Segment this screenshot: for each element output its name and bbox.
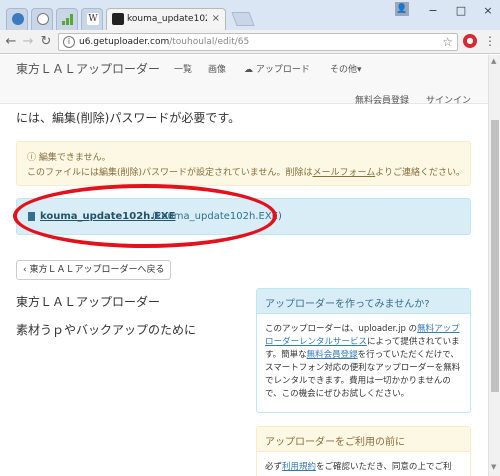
before-use-text-1: 必ず xyxy=(265,462,283,472)
tab-title: kouma_update102h.EXE xyxy=(127,14,207,24)
warning-alert: ⓘ 編集できません。 このファイルには編集(削除)パスワードが設定されていません… xyxy=(16,141,471,186)
warning-body-post: よりご連絡ください。 xyxy=(375,168,466,178)
minimize-button[interactable]: − xyxy=(425,4,441,17)
scroll-thumb[interactable] xyxy=(491,120,499,392)
address-bar[interactable]: i u6.getuploader.com/touhoulal/edit/65 ☆ xyxy=(58,33,458,51)
url-host: u6.getuploader.com xyxy=(79,37,170,47)
tab-close-icon[interactable]: × xyxy=(212,13,220,24)
mail-form-link[interactable]: メールフォーム xyxy=(312,168,375,178)
warning-title: ⓘ 編集できません。 xyxy=(27,150,111,163)
before-use-heading: アップローダーをご利用の前に xyxy=(257,427,470,452)
rent-uploader-panel: アップローダーを作ってみませんか? このアップローダーは、uploader.jp… xyxy=(256,288,471,413)
scroll-down-icon[interactable]: ▼ xyxy=(491,463,496,471)
site-navbar: 東方ＬＡＬアップローダー 一覧 画像 ☁ アップロード その他▾ 無料会員登録 … xyxy=(0,55,488,106)
rent-text-1: このアップローダーは、uploader.jp の xyxy=(265,324,418,334)
nav-register[interactable]: 無料会員登録 xyxy=(355,93,409,106)
info-icon xyxy=(37,13,49,25)
reload-icon[interactable]: ↻ xyxy=(38,34,54,50)
back-to-uploader-button[interactable]: ‹ 東方ＬＡＬアップローダーへ戻る xyxy=(16,260,172,280)
site-info-icon[interactable]: i xyxy=(63,36,75,48)
url-path: /touhoulal/edit/65 xyxy=(169,37,250,47)
tumblr-icon xyxy=(12,13,24,25)
free-register-link[interactable]: 無料会員登録 xyxy=(307,350,358,360)
back-arrow-icon[interactable]: ← xyxy=(3,34,19,50)
nav-list[interactable]: 一覧 xyxy=(174,62,192,75)
partial-text: には、編集(削除)パスワードが必要です。 xyxy=(16,111,241,125)
site-title: 東方ＬＡＬアップローダー xyxy=(16,295,161,309)
nav-other-dropdown[interactable]: その他▾ xyxy=(330,62,362,75)
before-use-text-2: をご確認いただき、同意の上でご利 xyxy=(316,462,452,472)
rent-panel-heading: アップローダーを作ってみませんか? xyxy=(257,289,470,314)
profile-icon[interactable]: 👤 xyxy=(395,2,409,16)
tab-signal[interactable] xyxy=(56,8,78,30)
site-tagline: 素材うｐやバックアップのために xyxy=(16,323,197,337)
forward-arrow-icon[interactable]: → xyxy=(20,34,36,50)
nav-upload-label: アップロード xyxy=(255,65,310,75)
upload-cloud-icon: ☁ xyxy=(244,65,253,75)
terms-link[interactable]: 利用規約 xyxy=(282,462,316,472)
warning-body: このファイルには編集(削除)パスワードが設定されていません。削除はメールフォーム… xyxy=(27,165,465,178)
signal-icon xyxy=(62,13,74,25)
nav-images[interactable]: 画像 xyxy=(208,62,226,75)
scroll-up-icon[interactable]: ▲ xyxy=(491,57,496,65)
url-text: u6.getuploader.com/touhoulal/edit/65 xyxy=(79,37,249,47)
close-window-button[interactable]: × xyxy=(480,4,496,17)
page-favicon-icon xyxy=(112,13,124,25)
browser-menu-icon[interactable]: ⋮ xyxy=(484,34,496,48)
info-circle-icon: ⓘ xyxy=(27,153,37,163)
nav-upload[interactable]: ☁ アップロード xyxy=(244,62,310,75)
before-use-panel: アップローダーをご利用の前に 必ず利用規約をご確認いただき、同意の上でご利 xyxy=(256,426,471,476)
page-scrollbar[interactable]: ▲ ▼ xyxy=(488,55,500,476)
red-highlight-circle xyxy=(13,184,277,248)
tab-wikipedia[interactable]: W xyxy=(81,8,103,30)
wikipedia-icon: W xyxy=(87,13,99,25)
tab-strip: W kouma_update102h.EXE × 👤 − □ × xyxy=(0,0,500,30)
maximize-button[interactable]: □ xyxy=(453,4,469,17)
page-content: 東方ＬＡＬアップローダー 一覧 画像 ☁ アップロード その他▾ 無料会員登録 … xyxy=(0,55,488,476)
tab-info[interactable] xyxy=(31,8,53,30)
browser-toolbar: ← → ↻ i u6.getuploader.com/touhoulal/edi… xyxy=(0,30,500,54)
rent-panel-body: このアップローダーは、uploader.jp の無料アップローダーレンタルサービ… xyxy=(257,314,470,410)
extension-icon[interactable]: ● xyxy=(463,34,477,48)
site-brand[interactable]: 東方ＬＡＬアップローダー xyxy=(16,60,160,77)
before-use-body: 必ず利用規約をご確認いただき、同意の上でご利 xyxy=(257,452,470,476)
tab-tumblr[interactable] xyxy=(6,8,28,30)
warning-body-pre: このファイルには編集(削除)パスワードが設定されていません。削除は xyxy=(27,168,313,178)
warning-title-text: 編集できません。 xyxy=(38,153,111,163)
tab-active[interactable]: kouma_update102h.EXE × xyxy=(106,8,226,30)
new-tab-button[interactable] xyxy=(231,12,255,26)
nav-signin[interactable]: サインイン xyxy=(426,93,471,106)
bookmark-star-icon[interactable]: ☆ xyxy=(442,35,453,49)
